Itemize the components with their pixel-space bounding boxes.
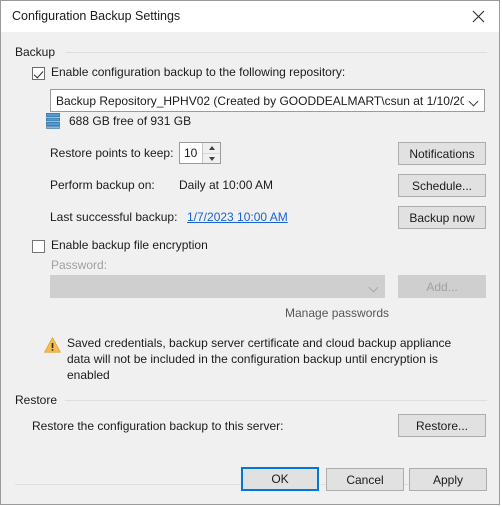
restore-group-divider: [65, 400, 487, 401]
stepper-arrows[interactable]: [202, 143, 220, 163]
encryption-warning-text: Saved credentials, backup server certifi…: [67, 336, 452, 382]
backup-group-label: Backup: [15, 45, 61, 59]
enable-encryption-checkbox[interactable]: [32, 240, 45, 253]
title-bar: Configuration Backup Settings: [1, 1, 499, 32]
notifications-button[interactable]: Notifications: [398, 142, 486, 165]
perform-backup-label: Perform backup on:: [50, 178, 155, 192]
enable-configuration-backup-checkbox[interactable]: [32, 67, 45, 80]
warning-triangle-icon: [44, 337, 61, 353]
backup-group-divider: [66, 52, 487, 53]
chevron-down-icon: [364, 284, 384, 289]
window-title: Configuration Backup Settings: [12, 9, 181, 23]
repository-combobox[interactable]: Backup Repository_HPHV02 (Created by GOO…: [50, 89, 485, 112]
restore-description-label: Restore the configuration backup to this…: [32, 419, 284, 433]
restore-points-value: 10: [184, 146, 198, 160]
stepper-up-icon[interactable]: [203, 143, 220, 154]
restore-points-label: Restore points to keep:: [50, 146, 174, 160]
enable-configuration-backup-label: Enable configuration backup to the follo…: [51, 65, 346, 79]
restore-group-label: Restore: [15, 393, 63, 407]
repository-combobox-value: Backup Repository_HPHV02 (Created by GOO…: [56, 93, 464, 108]
manage-passwords-link[interactable]: Manage passwords: [285, 306, 389, 320]
password-label: Password:: [51, 258, 108, 272]
schedule-button[interactable]: Schedule...: [398, 174, 486, 197]
configuration-backup-settings-dialog: Configuration Backup Settings Backup Ena…: [0, 0, 500, 505]
dialog-body: Backup Enable configuration backup to th…: [1, 32, 499, 504]
repository-stack-icon: [46, 113, 60, 129]
close-icon[interactable]: [456, 1, 499, 31]
last-backup-link[interactable]: 1/7/2023 10:00 AM: [187, 210, 288, 224]
backup-now-button[interactable]: Backup now: [398, 206, 486, 229]
last-backup-label: Last successful backup:: [50, 210, 178, 224]
add-password-button[interactable]: Add...: [398, 275, 486, 298]
cancel-button[interactable]: Cancel: [326, 468, 404, 491]
chevron-down-icon: [464, 98, 484, 103]
password-combobox[interactable]: [50, 275, 385, 298]
repository-capacity-label: 688 GB free of 931 GB: [69, 114, 192, 128]
enable-encryption-label: Enable backup file encryption: [51, 238, 208, 252]
perform-backup-value: Daily at 10:00 AM: [179, 178, 274, 192]
ok-button[interactable]: OK: [241, 467, 319, 491]
restore-points-stepper[interactable]: 10: [179, 142, 221, 164]
restore-button[interactable]: Restore...: [398, 414, 486, 437]
stepper-down-icon[interactable]: [203, 154, 220, 164]
apply-button[interactable]: Apply: [409, 468, 487, 491]
